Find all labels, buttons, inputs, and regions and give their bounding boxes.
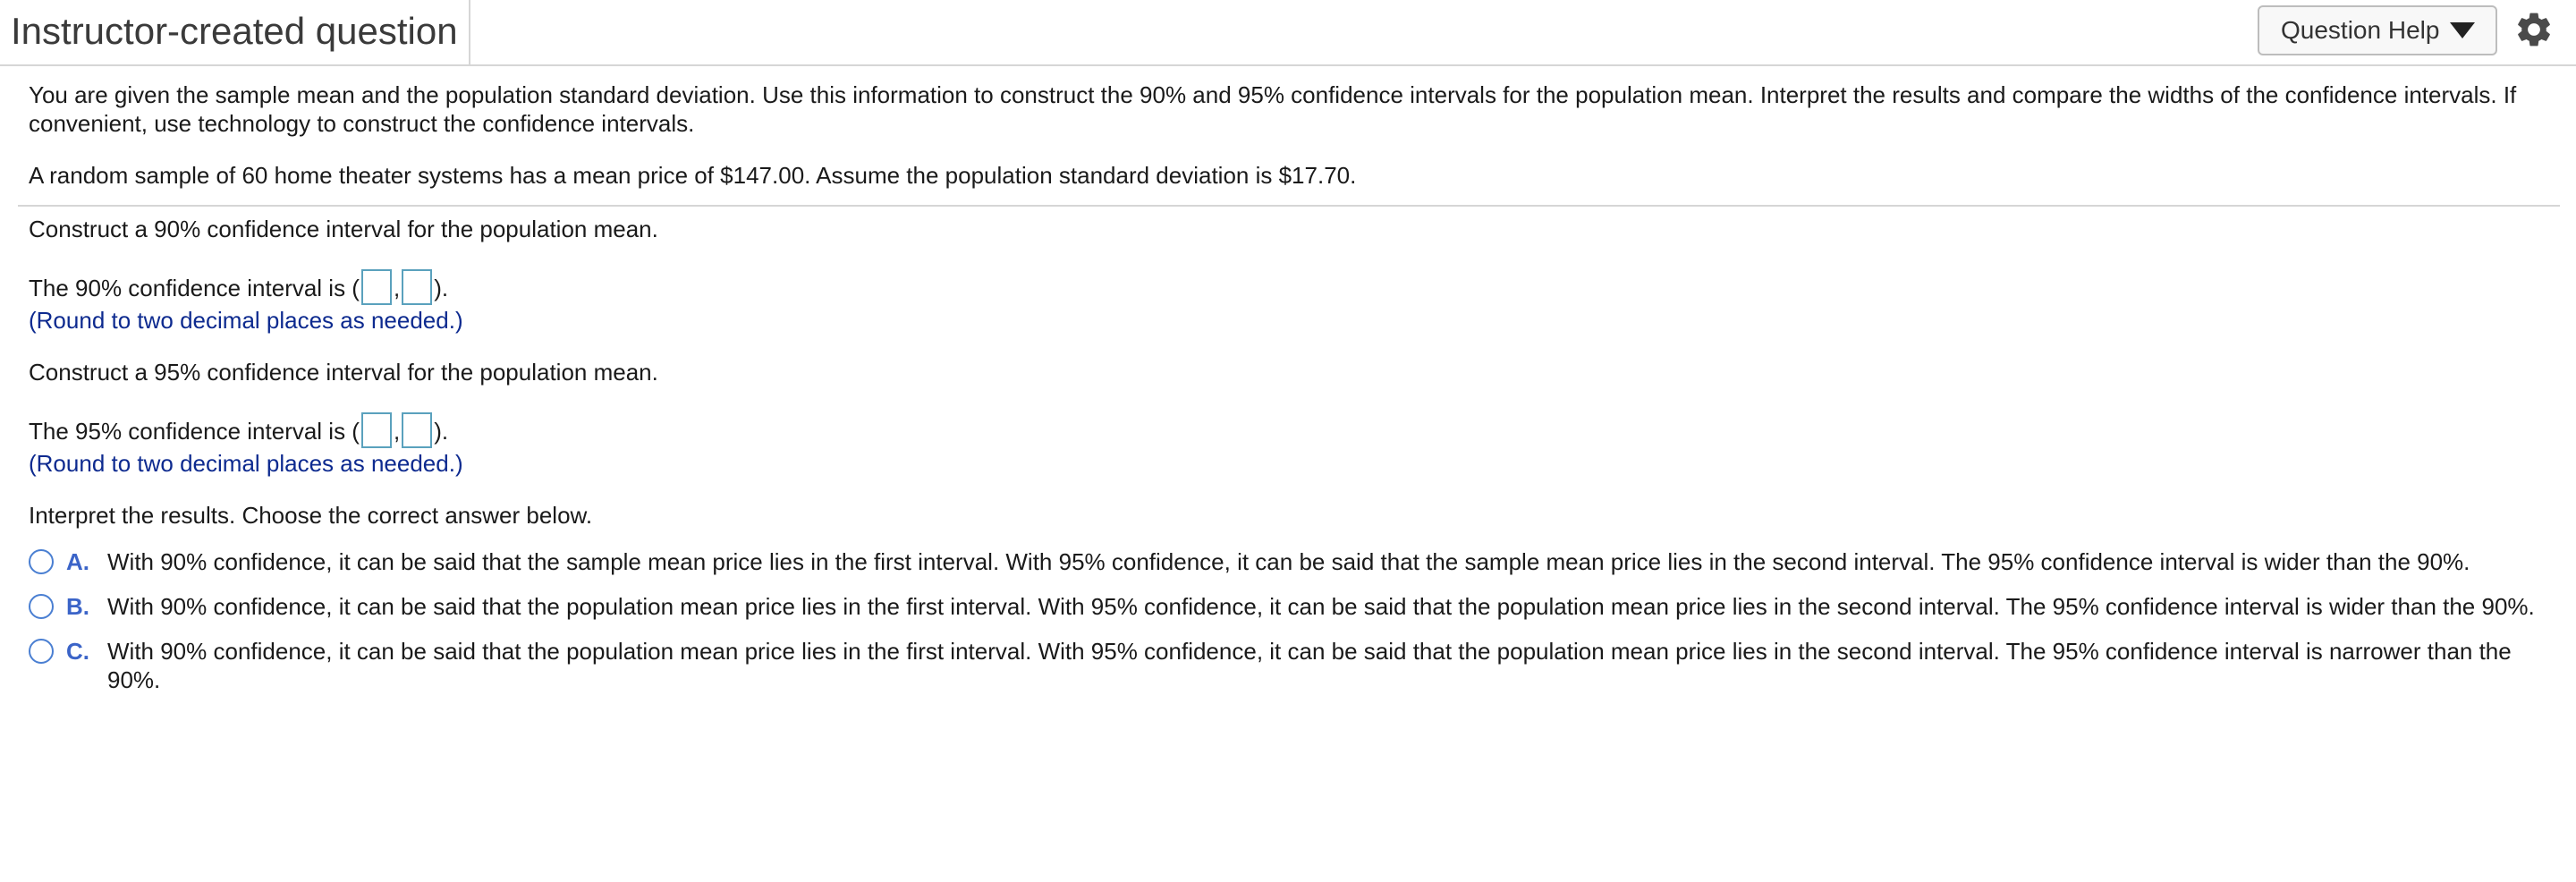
part1-answer-prefix: The 90% confidence interval is ( [29, 274, 360, 301]
caret-down-icon [2450, 22, 2476, 38]
part2-answer-prefix: The 95% confidence interval is ( [29, 417, 360, 445]
part1-answer-suffix: ). [434, 274, 449, 301]
option-letter: C. [66, 638, 89, 665]
option-text: With 90% confidence, it can be said that… [107, 638, 2512, 693]
option-letter: A. [66, 548, 89, 575]
part2-answer-suffix: ). [434, 417, 449, 445]
answer-option-c[interactable]: C. With 90% confidence, it can be said t… [29, 637, 2551, 694]
instructions-text: You are given the sample mean and the po… [29, 81, 2517, 137]
part2-separator: , [393, 417, 401, 445]
radio-button-icon[interactable] [29, 549, 54, 574]
answer-option-b[interactable]: B. With 90% confidence, it can be said t… [29, 592, 2551, 621]
data-statement: A random sample of 60 home theater syste… [29, 162, 1357, 189]
part1-answer-line: The 90% confidence interval is (,). [29, 269, 449, 308]
radio-button-icon[interactable] [29, 594, 54, 619]
question-help-button[interactable]: Question Help [2258, 5, 2497, 55]
part2-prompt: Construct a 95% confidence interval for … [29, 359, 658, 386]
option-text: With 90% confidence, it can be said that… [107, 548, 2470, 575]
part1-prompt: Construct a 90% confidence interval for … [29, 216, 658, 242]
radio-button-icon[interactable] [29, 639, 54, 664]
option-letter: B. [66, 593, 89, 620]
option-text: With 90% confidence, it can be said that… [107, 593, 2535, 620]
part2-hint: (Round to two decimal places as needed.) [29, 450, 463, 477]
part3-prompt: Interpret the results. Choose the correc… [29, 502, 593, 529]
question-help-label: Question Help [2281, 16, 2440, 44]
answer-option-a[interactable]: A. With 90% confidence, it can be said t… [29, 547, 2551, 576]
part2-upper-bound-input[interactable] [402, 412, 433, 448]
section-divider [18, 205, 2560, 207]
part1-separator: , [393, 274, 401, 301]
question-header: Instructor-created question Question Hel… [0, 0, 2576, 66]
gear-icon[interactable] [2513, 9, 2555, 50]
part1-lower-bound-input[interactable] [360, 269, 392, 305]
part2-answer-line: The 95% confidence interval is (,). [29, 412, 449, 451]
question-title: Instructor-created question [11, 0, 470, 64]
part1-hint: (Round to two decimal places as needed.) [29, 307, 463, 334]
part1-upper-bound-input[interactable] [402, 269, 433, 305]
part2-lower-bound-input[interactable] [360, 412, 392, 448]
